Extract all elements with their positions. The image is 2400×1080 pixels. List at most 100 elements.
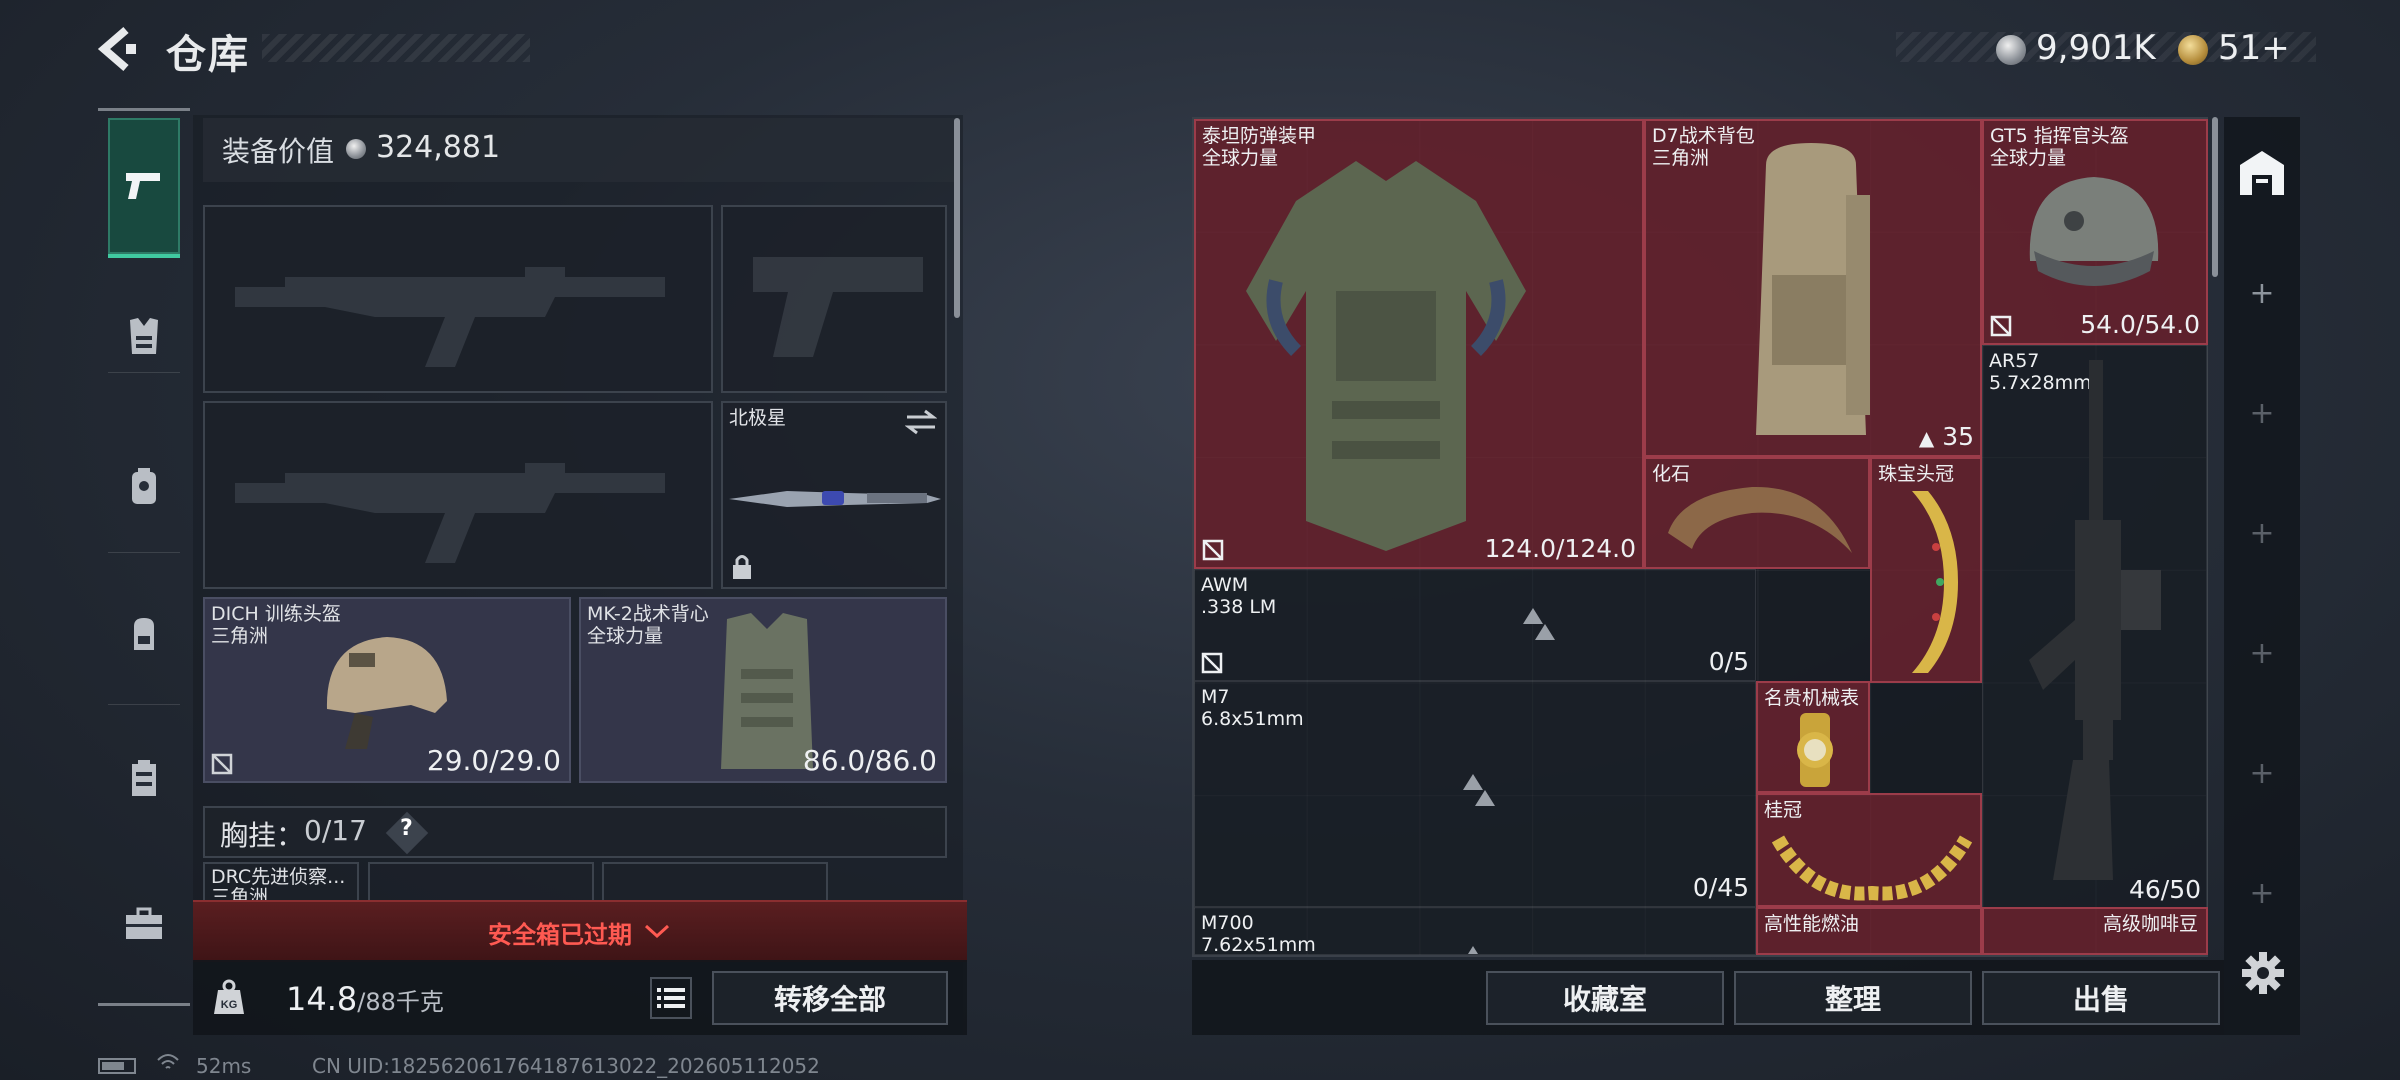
user-uid: CN UID:182562061764187613022_20260511205…	[312, 1054, 820, 1078]
primary-weapon-slot-2[interactable]	[203, 401, 713, 589]
stash-item-m7[interactable]: M7 6.8x51mm 0/45	[1194, 681, 1756, 907]
add-tab-icon[interactable]: +	[2240, 516, 2284, 551]
helmet-slot[interactable]: DICH 训练头盔 三角洲 29.0/29.0	[203, 597, 571, 783]
item-name: M7 6.8x51mm	[1201, 686, 1304, 730]
case-icon	[126, 907, 162, 939]
stash-grid[interactable]: 泰坦防弹装甲 全球力量 124.0/124.0 D7战术背包 三角洲 ▲ 35 GT…	[1192, 117, 2208, 957]
item-ammo: 0/5	[1708, 647, 1749, 676]
equipment-value-label: 装备价值	[222, 135, 335, 168]
rig-slot[interactable]	[602, 862, 828, 902]
svg-text:KG: KG	[221, 999, 238, 1011]
nav-tab-case[interactable]	[108, 888, 180, 960]
helmet-durability: 29.0/29.0	[426, 744, 561, 777]
nav-tab-weapons[interactable]	[108, 118, 180, 258]
add-tab-icon[interactable]: +	[2240, 876, 2284, 911]
nav-tab-rig[interactable]	[108, 742, 180, 814]
help-icon-label: ?	[400, 816, 413, 841]
item-ammo: 0/45	[1692, 873, 1749, 902]
fossil-image	[1668, 486, 1852, 553]
stash-item-d7-backpack[interactable]: D7战术背包 三角洲 ▲ 35	[1644, 119, 1982, 457]
add-tab-icon[interactable]: +	[2240, 276, 2284, 311]
knife-icon	[729, 491, 941, 507]
stash-item-jewel-crown[interactable]: 珠宝头冠	[1870, 457, 1982, 683]
armor-icon	[132, 468, 156, 504]
melee-slot[interactable]: 北极星	[721, 401, 947, 589]
stash-item-awm[interactable]: AWM .338 LM 0/5	[1194, 569, 1756, 681]
transfer-all-button[interactable]: 转移全部	[712, 971, 948, 1025]
chevron-down-icon[interactable]	[644, 922, 670, 940]
add-tab-icon[interactable]: +	[2240, 396, 2284, 431]
currency-gold-value: 51+	[2218, 28, 2290, 68]
chest-rig-label: 胸挂：	[220, 819, 305, 852]
back-arrow-icon[interactable]	[96, 26, 142, 72]
item-name: M700 7.62x51mm	[1201, 912, 1316, 955]
add-tab-icon[interactable]: +	[2240, 756, 2284, 791]
organize-button[interactable]: 整理	[1734, 971, 1972, 1025]
swap-icon[interactable]	[905, 409, 937, 435]
item-name: 珠宝头冠	[1878, 463, 1955, 485]
item-name: AWM .338 LM	[1201, 574, 1277, 618]
gear-icon[interactable]	[2240, 950, 2286, 996]
weight-current: 14.8	[286, 980, 358, 1018]
armor-name: MK-2战术背心	[587, 603, 709, 625]
placeholder-triangles-icon	[1523, 608, 1555, 642]
rifle-placeholder-icon	[235, 463, 665, 563]
nav-divider	[98, 108, 190, 111]
weight-icon: ▲	[1918, 426, 1935, 450]
nav-tab-vest[interactable]	[108, 300, 180, 372]
helmet-faction: 三角洲	[211, 625, 269, 647]
add-tab-icon[interactable]: +	[2240, 636, 2284, 671]
stash-item-luxury-watch[interactable]: 名贵机械表	[1756, 681, 1870, 793]
primary-weapon-slot[interactable]	[203, 205, 713, 393]
rig-slot[interactable]: DRC先进侦察... 三角洲	[203, 862, 359, 902]
stash-item-laurel[interactable]: 桂冠	[1756, 793, 1982, 907]
currency-silver-value: 9,901K	[2036, 28, 2156, 68]
stash-item-fuel[interactable]: 高性能燃油	[1756, 907, 1982, 955]
currency-silver[interactable]: 9,901K	[1996, 28, 2156, 68]
currency-gold[interactable]: 51+	[2178, 28, 2290, 68]
helmet-image	[326, 637, 447, 749]
weight-icon: KG	[214, 979, 244, 1014]
nav-separator	[108, 552, 180, 553]
backpack-icon	[134, 618, 154, 650]
item-name: 桂冠	[1764, 799, 1803, 821]
item-count: ▲ 35	[1918, 422, 1974, 451]
rifle-image	[2029, 360, 2161, 880]
no-drop-icon	[1990, 315, 2012, 337]
rig-slot[interactable]	[368, 862, 594, 902]
item-name: 名贵机械表	[1764, 687, 1860, 709]
stash-item-coffee-beans[interactable]: 高级咖啡豆	[1982, 907, 2208, 955]
no-drop-icon	[1202, 539, 1224, 561]
secondary-weapon-slot[interactable]	[721, 205, 947, 393]
weight-display: 14.8/88千克	[286, 980, 444, 1018]
armor-faction: 全球力量	[587, 625, 664, 647]
placeholder-triangles-icon	[1468, 946, 1478, 954]
stash-item-ar57[interactable]: AR57 5.7x28mm 46/50	[1982, 345, 2208, 909]
rig-icon	[132, 760, 156, 796]
pistol-placeholder-icon	[753, 257, 923, 357]
collection-room-button[interactable]: 收藏室	[1486, 971, 1724, 1025]
armor-slot[interactable]: MK-2战术背心 全球力量 86.0/86.0	[579, 597, 947, 783]
list-view-button[interactable]	[650, 977, 692, 1019]
nav-tab-backpack[interactable]	[108, 598, 180, 670]
sell-button[interactable]: 出售	[1982, 971, 2220, 1025]
weight-max: /88千克	[357, 988, 444, 1016]
item-durability: 54.0/54.0	[2080, 310, 2200, 339]
armor-image	[1246, 161, 1526, 551]
stash-item-titan-armor[interactable]: 泰坦防弹装甲 全球力量 124.0/124.0	[1194, 119, 1644, 569]
rifle-placeholder-icon	[235, 267, 665, 367]
safebox-expired-text: 安全箱已过期	[488, 921, 632, 949]
stash-item-gt5-helmet[interactable]: GT5 指挥官头盔 全球力量 54.0/54.0	[1982, 119, 2208, 345]
stash-home-icon[interactable]	[2234, 145, 2290, 201]
nav-tab-armor[interactable]	[108, 450, 180, 522]
no-drop-icon	[211, 753, 233, 775]
laurel-image	[1772, 835, 1972, 901]
stash-item-m700[interactable]: M700 7.62x51mm	[1194, 907, 1756, 955]
gold-coin-icon	[2178, 34, 2208, 65]
loadout-scrollbar[interactable]	[954, 118, 960, 318]
stash-item-fossil[interactable]: 化石	[1644, 457, 1870, 569]
stash-scrollbar[interactable]	[2212, 117, 2218, 277]
item-ammo: 46/50	[2128, 875, 2201, 904]
no-drop-icon	[1201, 652, 1223, 674]
page-title: 仓库	[166, 32, 250, 78]
